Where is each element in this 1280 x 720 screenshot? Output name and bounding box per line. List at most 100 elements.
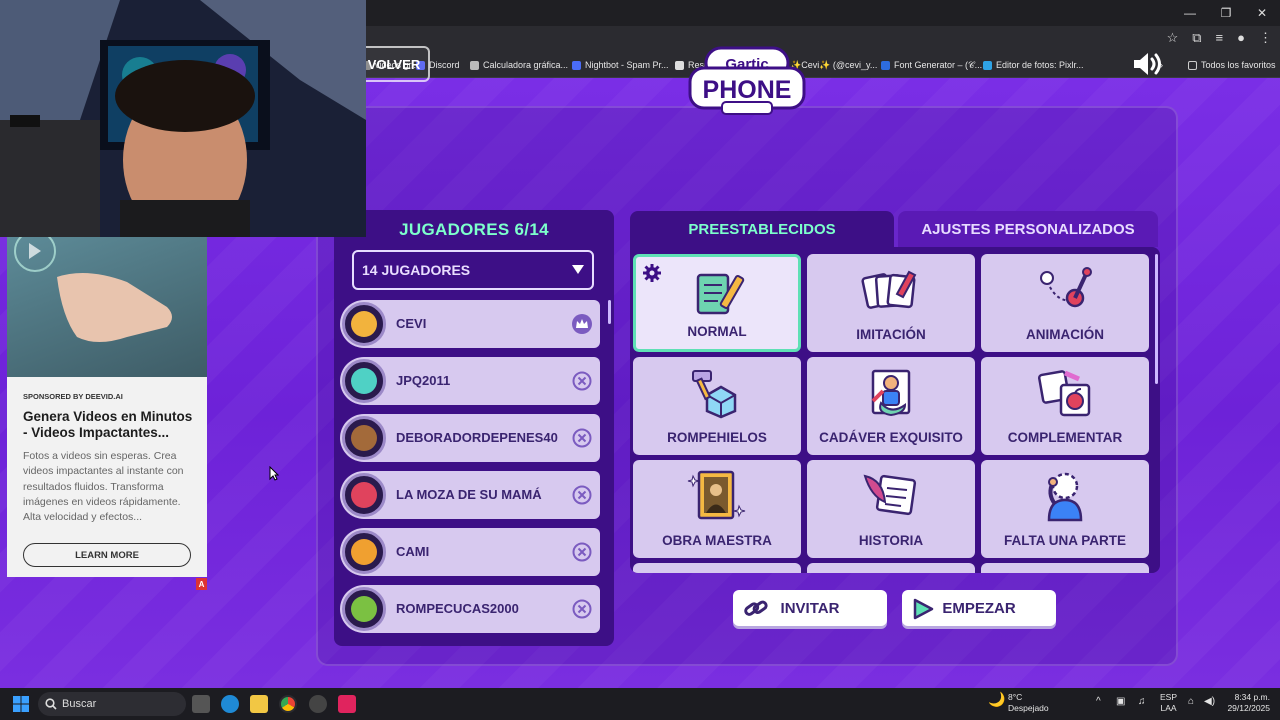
svg-text:PHONE: PHONE xyxy=(703,76,792,104)
folder-icon xyxy=(1188,60,1197,70)
document-icon xyxy=(675,60,684,70)
crown-icon xyxy=(572,314,592,334)
star-icon[interactable]: ☆ xyxy=(1167,30,1179,46)
menu-icon[interactable]: ⋮ xyxy=(1259,30,1272,46)
mode-label: CADÁVER EXQUISITO xyxy=(819,430,963,445)
missing-piece-icon xyxy=(1047,472,1083,522)
mode-card-exquisite-corpse[interactable]: CADÁVER EXQUISITO xyxy=(807,357,975,455)
mode-card-partial[interactable] xyxy=(633,563,801,573)
ad-sponsor: SPONSORED BY DEEVID.AI xyxy=(23,392,123,401)
learn-more-button[interactable]: LEARN MORE xyxy=(23,543,191,567)
avatar xyxy=(342,473,386,517)
animation-path-icon xyxy=(1040,267,1092,308)
chrome-icon[interactable] xyxy=(279,695,297,713)
obs-icon[interactable] xyxy=(309,695,327,713)
search-icon xyxy=(45,698,57,710)
maximize-icon[interactable]: ❐ xyxy=(1208,0,1244,26)
wifi-icon[interactable]: ⌂ xyxy=(1188,696,1194,707)
invite-button[interactable]: INVITAR xyxy=(733,590,887,626)
players-count-select[interactable]: 14 JUGADORES xyxy=(352,250,594,290)
players-panel: JUGADORES 6/14 14 JUGADORES CEVI JPQ2011… xyxy=(334,210,614,646)
clock[interactable]: 8:34 p.m. 29/12/2025 xyxy=(1224,692,1270,714)
mode-card-complement[interactable]: COMPLEMENTAR xyxy=(981,357,1149,455)
bookmark-item[interactable]: Font Generator – (𝒞... xyxy=(881,60,982,71)
start-button[interactable]: EMPEZAR xyxy=(902,590,1056,626)
windows-start-icon[interactable] xyxy=(13,696,29,712)
ad-badge[interactable]: A xyxy=(196,578,207,590)
mouse-cursor-icon xyxy=(269,466,279,481)
player-row: CAMI xyxy=(340,528,600,576)
mode-card-story[interactable]: HISTORIA xyxy=(807,460,975,558)
notepad-pencil-icon xyxy=(696,273,745,315)
windows-taskbar: Buscar 🌙 8°C Despejado ^ ▣ ♫ ESP LAA ⌂ ◀… xyxy=(0,688,1280,720)
microphone-icon[interactable]: ♫ xyxy=(1138,696,1146,707)
tab-presets[interactable]: PREESTABLECIDOS xyxy=(630,211,894,247)
avatar xyxy=(342,359,386,403)
players-title: JUGADORES 6/14 xyxy=(399,220,549,239)
remove-player-icon[interactable] xyxy=(572,599,592,619)
language-indicator[interactable]: ESP LAA xyxy=(1160,692,1177,714)
remove-player-icon[interactable] xyxy=(572,428,592,448)
volume-icon[interactable] xyxy=(1132,50,1166,78)
all-bookmarks[interactable]: Todos los favoritos xyxy=(1188,60,1276,70)
bookmark-item[interactable]: Calculadora gráfica... xyxy=(470,60,568,70)
ice-hammer-icon xyxy=(692,370,737,419)
ad-image[interactable] xyxy=(7,237,207,377)
taskbar-search[interactable]: Buscar xyxy=(38,692,186,716)
mode-card-imitation[interactable]: IMITACIÓN xyxy=(807,254,975,352)
media-icon[interactable]: ≡ xyxy=(1216,30,1224,46)
nightbot-icon xyxy=(572,60,581,70)
chevron-up-icon[interactable]: ^ xyxy=(1096,696,1101,707)
mode-label: COMPLEMENTAR xyxy=(1007,430,1123,445)
tab-custom-settings[interactable]: AJUSTES PERSONALIZADOS xyxy=(898,211,1158,247)
cards-brush-icon xyxy=(861,270,917,309)
calculator-icon xyxy=(470,60,479,70)
mode-card-animation[interactable]: ANIMACIÓN xyxy=(981,254,1149,352)
play-icon xyxy=(913,598,934,620)
profile-avatar[interactable]: ● xyxy=(1237,30,1245,46)
players-scrollbar[interactable] xyxy=(608,300,611,324)
scroll-quill-icon xyxy=(863,474,917,516)
file-explorer-icon[interactable] xyxy=(250,695,268,713)
mode-label: IMITACIÓN xyxy=(856,327,926,342)
player-row: ROMPECUCAS2000 xyxy=(340,585,600,633)
gartic-phone-logo: Gartic PHONE xyxy=(686,44,808,118)
mode-card-masterpiece[interactable]: OBRA MAESTRA xyxy=(633,460,801,558)
remove-player-icon[interactable] xyxy=(572,542,592,562)
mode-label: NORMAL xyxy=(687,324,747,339)
player-name: LA MOZA DE SU MAMÁ xyxy=(396,487,542,502)
network-tray-icon[interactable]: ▣ xyxy=(1116,696,1125,707)
tiktok-live-icon[interactable] xyxy=(338,695,356,713)
player-name: ROMPECUCAS2000 xyxy=(396,601,519,616)
mode-card-icebreaker[interactable]: ROMPEHIELOS xyxy=(633,357,801,455)
player-name: CAMI xyxy=(396,544,430,559)
minimize-icon[interactable]: — xyxy=(1172,0,1208,26)
puzzle-pieces-icon xyxy=(1037,370,1091,417)
speaker-icon[interactable]: ◀) xyxy=(1204,696,1215,707)
bookmark-item[interactable]: Editor de fotos: Pixlr... xyxy=(983,60,1084,70)
remove-player-icon[interactable] xyxy=(572,485,592,505)
task-view-icon[interactable] xyxy=(192,695,210,713)
close-icon[interactable]: ✕ xyxy=(1244,0,1280,26)
player-name: JPQ2011 xyxy=(396,373,451,388)
edge-icon[interactable] xyxy=(221,695,239,713)
ad-headline[interactable]: Genera Videos en Minutos - Videos Impact… xyxy=(23,409,199,441)
font-generator-icon xyxy=(881,61,890,70)
remove-player-icon[interactable] xyxy=(572,371,592,391)
mode-card-normal[interactable]: NORMAL xyxy=(633,254,801,352)
player-row: DEBORADORDEPENES400 xyxy=(340,414,600,462)
player-list: CEVI JPQ2011 DEBORADORDEPENES400 LA MOZA… xyxy=(340,300,608,646)
back-button[interactable]: VOLVER xyxy=(358,46,430,82)
extensions-icon[interactable]: ⧉ xyxy=(1192,30,1201,46)
player-row: LA MOZA DE SU MAMÁ xyxy=(340,471,600,519)
weather-widget[interactable]: 8°C Despejado xyxy=(1008,692,1049,714)
mode-card-missing-piece[interactable]: FALTA UNA PARTE xyxy=(981,460,1149,558)
window-controls: — ❐ ✕ xyxy=(1172,0,1280,26)
bookmark-item[interactable]: Nightbot - Spam Pr... xyxy=(572,60,669,70)
gear-icon[interactable] xyxy=(642,263,662,283)
mode-card-partial[interactable] xyxy=(981,563,1149,573)
modes-scrollbar[interactable] xyxy=(1155,254,1158,384)
mode-label: ROMPEHIELOS xyxy=(667,430,767,445)
mode-label: HISTORIA xyxy=(858,533,924,548)
mode-card-partial[interactable] xyxy=(807,563,975,573)
